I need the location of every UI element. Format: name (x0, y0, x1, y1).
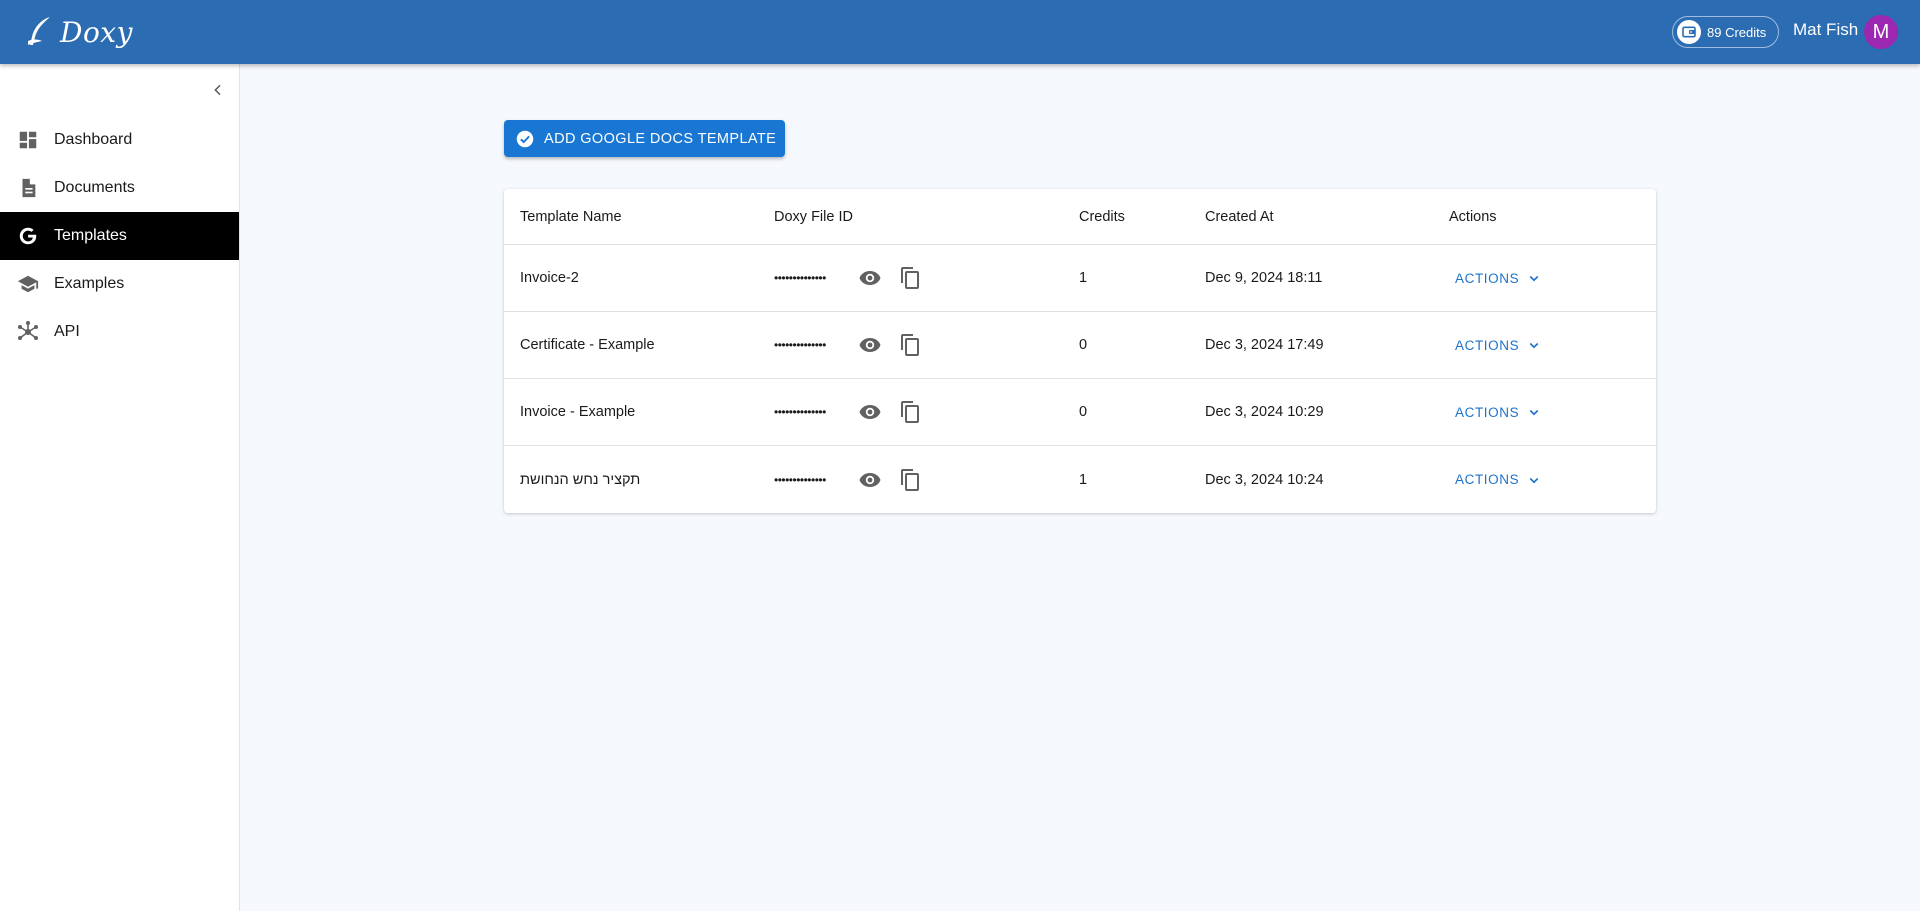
copy-icon[interactable] (896, 264, 924, 292)
actions-label: ACTIONS (1455, 472, 1520, 487)
chevron-left-icon (214, 84, 221, 96)
sidebar-item-examples[interactable]: Examples (0, 260, 239, 308)
sidebar-item-label: Examples (54, 275, 125, 292)
file-id-cell: •••••••••••••• (774, 398, 1079, 426)
sidebar-item-label: Documents (54, 179, 135, 196)
file-id-cell: •••••••••••••• (774, 264, 1079, 292)
eye-icon[interactable] (856, 398, 884, 426)
user-name[interactable]: Mat Fish (1793, 20, 1858, 40)
add-google-docs-template-button[interactable]: ADD GOOGLE DOCS TEMPLATE (504, 120, 785, 157)
column-header-template-name: Template Name (520, 208, 622, 225)
actions-cell: ACTIONS (1449, 399, 1656, 425)
masked-file-id: •••••••••••••• (774, 338, 826, 352)
copy-icon[interactable] (896, 331, 924, 359)
collapse-sidebar-button[interactable] (208, 80, 228, 100)
school-icon (16, 272, 40, 296)
sidebar-item-label: Dashboard (54, 131, 133, 148)
created-at-cell: Dec 3, 2024 17:49 (1205, 337, 1324, 353)
actions-cell: ACTIONS (1449, 467, 1656, 493)
column-header-file-id: Doxy File ID (774, 208, 853, 225)
credits-label: 89 Credits (1707, 24, 1767, 40)
created-at-cell: Dec 3, 2024 10:29 (1205, 404, 1324, 420)
eye-icon[interactable] (856, 331, 884, 359)
table-row: Certificate - Example •••••••••••••• 0 D… (504, 312, 1656, 379)
copy-icon[interactable] (896, 398, 924, 426)
credits-cell: 0 (1079, 337, 1088, 353)
actions-dropdown-button[interactable]: ACTIONS (1449, 399, 1549, 425)
quill-icon (28, 17, 50, 45)
logo-text: Doxy (60, 15, 133, 49)
doxy-logo[interactable]: Doxy (24, 14, 133, 50)
actions-cell: ACTIONS (1449, 265, 1656, 291)
chevron-down-icon (1529, 275, 1539, 282)
chevron-down-icon (1529, 342, 1539, 349)
file-id-cell: •••••••••••••• (774, 466, 1079, 494)
chevron-down-icon (1529, 477, 1539, 483)
sidebar-item-documents[interactable]: Documents (0, 164, 239, 212)
templates-table: Template Name Doxy File ID Credits Creat… (504, 189, 1656, 513)
check-circle-icon (516, 130, 534, 147)
sidebar-item-label: Templates (54, 227, 127, 244)
eye-icon[interactable] (856, 466, 884, 494)
credits-cell: 0 (1079, 404, 1088, 420)
sidebar-item-dashboard[interactable]: Dashboard (0, 116, 239, 164)
google-icon (16, 224, 40, 248)
actions-cell: ACTIONS (1449, 332, 1656, 358)
credits-chip[interactable]: 89 Credits (1672, 16, 1780, 48)
document-icon (16, 176, 40, 200)
column-header-actions: Actions (1449, 208, 1497, 225)
masked-file-id: •••••••••••••• (774, 405, 826, 419)
sidebar-item-templates[interactable]: Templates (0, 212, 239, 260)
table-row: תקציר נחש הנחושת •••••••••••••• 1 Dec 3,… (504, 446, 1656, 513)
add-button-label: ADD GOOGLE DOCS TEMPLATE (544, 130, 777, 147)
wallet-icon (1677, 20, 1701, 44)
template-name-cell: Certificate - Example (520, 337, 655, 353)
sidebar-item-label: API (54, 323, 80, 340)
avatar[interactable]: M (1864, 15, 1898, 49)
table-row: Invoice - Example •••••••••••••• 0 Dec 3… (504, 379, 1656, 446)
actions-dropdown-button[interactable]: ACTIONS (1449, 332, 1549, 358)
actions-dropdown-button[interactable]: ACTIONS (1449, 265, 1549, 291)
chevron-down-icon (1529, 409, 1539, 416)
masked-file-id: •••••••••••••• (774, 271, 826, 285)
column-header-created-at: Created At (1205, 208, 1274, 225)
template-name-cell: תקציר נחש הנחושת (520, 471, 641, 488)
created-at-cell: Dec 9, 2024 18:11 (1205, 270, 1323, 286)
sidebar: Dashboard Documents Templates Examples A… (0, 64, 240, 911)
credits-cell: 1 (1079, 471, 1088, 488)
masked-file-id: •••••••••••••• (774, 472, 826, 487)
table-row: Invoice-2 •••••••••••••• 1 Dec 9, 2024 1… (504, 245, 1656, 312)
dashboard-icon (16, 128, 40, 152)
template-name-cell: Invoice-2 (520, 270, 579, 286)
actions-label: ACTIONS (1455, 337, 1520, 353)
actions-label: ACTIONS (1455, 270, 1520, 286)
hub-icon (16, 320, 40, 344)
template-name-cell: Invoice - Example (520, 404, 636, 420)
actions-label: ACTIONS (1455, 404, 1520, 420)
eye-icon[interactable] (856, 264, 884, 292)
sidebar-nav: Dashboard Documents Templates Examples A… (0, 116, 239, 356)
table-header: Template Name Doxy File ID Credits Creat… (504, 189, 1656, 245)
credits-cell: 1 (1079, 270, 1088, 286)
actions-dropdown-button[interactable]: ACTIONS (1449, 467, 1549, 493)
sidebar-item-api[interactable]: API (0, 308, 239, 356)
column-header-credits: Credits (1079, 208, 1125, 225)
created-at-cell: Dec 3, 2024 10:24 (1205, 471, 1324, 488)
top-app-bar: Doxy 89 Credits Mat Fish M (0, 0, 1920, 64)
copy-icon[interactable] (896, 466, 924, 494)
file-id-cell: •••••••••••••• (774, 331, 1079, 359)
